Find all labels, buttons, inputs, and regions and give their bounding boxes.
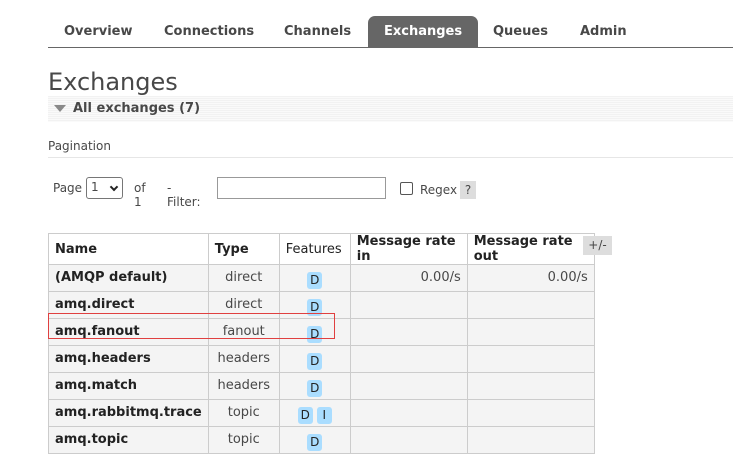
table-row: (AMQP default) direct D 0.00/s 0.00/s [48,264,595,292]
exchange-features: D [278,318,351,346]
rate-in [349,372,468,400]
durable-badge: D [307,380,323,397]
durable-badge: D [307,299,323,316]
exchange-features: D [278,291,351,319]
exchange-name-link[interactable]: amq.headers [48,345,209,373]
tab-channels[interactable]: Channels [268,16,367,48]
exchange-name-link[interactable]: (AMQP default) [48,264,209,292]
tab-exchanges[interactable]: Exchanges [368,16,479,48]
pagination-divider [48,157,733,158]
durable-badge: D [307,272,323,289]
exchange-type: topic [207,399,280,427]
exchange-features: D [278,426,351,454]
column-header-rate-out[interactable]: Message rate out [466,233,595,265]
column-header-features: Features [278,233,351,265]
rate-in [349,318,468,346]
page-label: Page [53,181,83,195]
rate-out [466,372,595,400]
regex-help-button[interactable]: ? [460,181,476,199]
rate-out [466,291,595,319]
column-header-type[interactable]: Type [207,233,280,265]
pagination-title: Pagination [48,139,111,153]
regex-label: Regex [420,183,458,197]
exchange-type: direct [207,264,280,292]
durable-badge: D [307,434,323,451]
table-row: amq.topic topic D [48,426,595,454]
exchanges-table: Name Type Features Message rate in Messa… [48,233,595,454]
tab-admin[interactable]: Admin [564,16,643,48]
filter-input[interactable] [217,177,386,199]
table-row: amq.direct direct D [48,291,595,319]
rate-out [466,426,595,454]
page-count-label: of 1 [134,181,146,209]
exchange-type: topic [207,426,280,454]
rate-out: 0.00/s [466,264,595,292]
exchange-type: direct [207,291,280,319]
rate-out [466,399,595,427]
exchange-name-link[interactable]: amq.fanout [48,318,209,346]
durable-badge: D [307,353,323,370]
exchange-features: DI [278,399,351,427]
column-header-rate-in[interactable]: Message rate in [349,233,468,265]
rate-out [466,318,595,346]
regex-checkbox[interactable] [400,182,413,195]
tab-queues[interactable]: Queues [477,16,564,48]
exchange-features: D [278,264,351,292]
page-title: Exchanges [48,68,178,96]
exchange-name-link[interactable]: amq.match [48,372,209,400]
nav-tabs: Overview Connections Channels Exchanges … [48,16,733,48]
rate-in [349,399,468,427]
rate-in [349,345,468,373]
all-exchanges-toggle[interactable]: All exchanges (7) [48,96,733,122]
table-row: amq.headers headers D [48,345,595,373]
tab-overview[interactable]: Overview [48,16,149,48]
exchange-type: headers [207,345,280,373]
exchange-features: D [278,345,351,373]
chevron-down-icon [109,182,119,192]
durable-badge: D [307,326,323,343]
exchange-name-link[interactable]: amq.direct [48,291,209,319]
page-select[interactable]: 1 [86,177,123,199]
exchange-type: headers [207,372,280,400]
section-label: All exchanges (7) [73,101,201,116]
column-header-name[interactable]: Name [48,233,209,265]
table-row: amq.fanout fanout D [48,318,595,346]
table-row: amq.match headers D [48,372,595,400]
page-select-value: 1 [91,180,99,194]
toggle-columns-button[interactable]: +/- [583,236,612,255]
table-row: amq.rabbitmq.trace topic DI [48,399,595,427]
durable-badge: D [297,407,313,424]
collapse-triangle-icon [54,105,66,112]
filter-label: - Filter: [167,181,201,209]
internal-badge: I [316,407,332,424]
exchange-type: fanout [207,318,280,346]
tab-connections[interactable]: Connections [148,16,270,48]
exchange-name-link[interactable]: amq.rabbitmq.trace [48,399,209,427]
rate-in [349,426,468,454]
rate-out [466,345,595,373]
rate-in [349,291,468,319]
exchange-name-link[interactable]: amq.topic [48,426,209,454]
rate-in: 0.00/s [349,264,468,292]
exchange-features: D [278,372,351,400]
table-header-row: Name Type Features Message rate in Messa… [48,233,595,265]
